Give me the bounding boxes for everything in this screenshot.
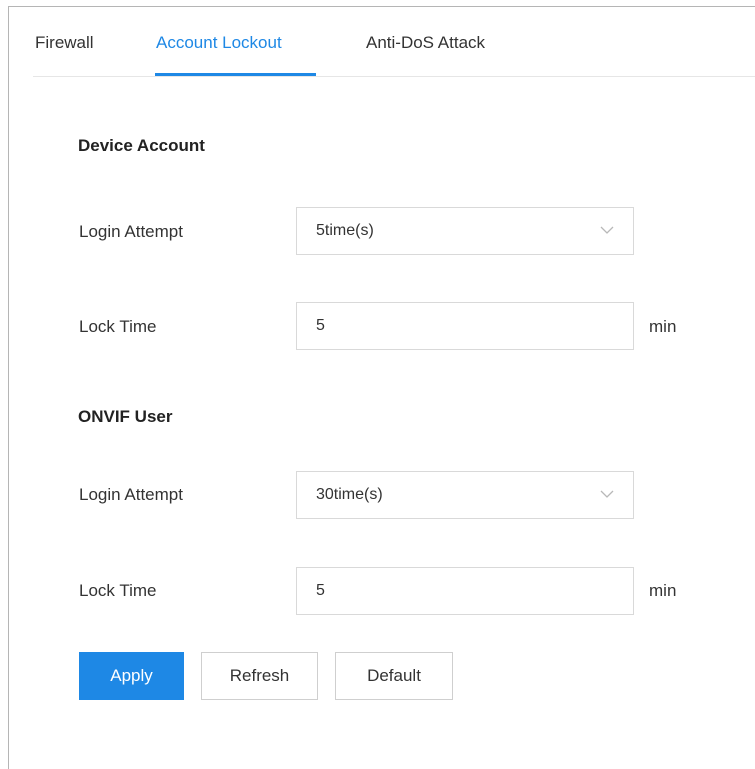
device-login-attempt-label: Login Attempt [79,222,183,241]
refresh-button[interactable]: Refresh [201,652,318,700]
default-button[interactable]: Default [335,652,453,700]
tab-bar: Firewall Account Lockout Anti-DoS Attack [33,7,755,77]
settings-panel: Firewall Account Lockout Anti-DoS Attack… [8,6,755,769]
device-lock-time-label: Lock Time [79,317,157,336]
device-lock-time-unit: min [649,317,677,336]
onvif-user-heading: ONVIF User [78,407,173,426]
device-lock-time-value: 5 [316,317,325,334]
tab-anti-dos-attack[interactable]: Anti-DoS Attack [366,33,485,53]
onvif-login-attempt-label: Login Attempt [79,485,183,504]
onvif-lock-time-unit: min [649,581,677,600]
tab-account-lockout[interactable]: Account Lockout [156,33,282,53]
device-login-attempt-select[interactable]: 5time(s) [296,207,634,255]
onvif-lock-time-value: 5 [316,582,325,599]
device-account-heading: Device Account [78,136,205,155]
tab-firewall[interactable]: Firewall [35,33,94,53]
onvif-lock-time-label: Lock Time [79,581,157,600]
onvif-login-attempt-select[interactable]: 30time(s) [296,471,634,519]
onvif-lock-time-input[interactable]: 5 [296,567,634,615]
chevron-down-icon [600,226,614,234]
device-lock-time-input[interactable]: 5 [296,302,634,350]
onvif-login-attempt-value: 30time(s) [316,486,383,503]
active-tab-indicator [155,73,316,76]
device-login-attempt-value: 5time(s) [316,222,374,239]
chevron-down-icon [600,490,614,498]
apply-button[interactable]: Apply [79,652,184,700]
